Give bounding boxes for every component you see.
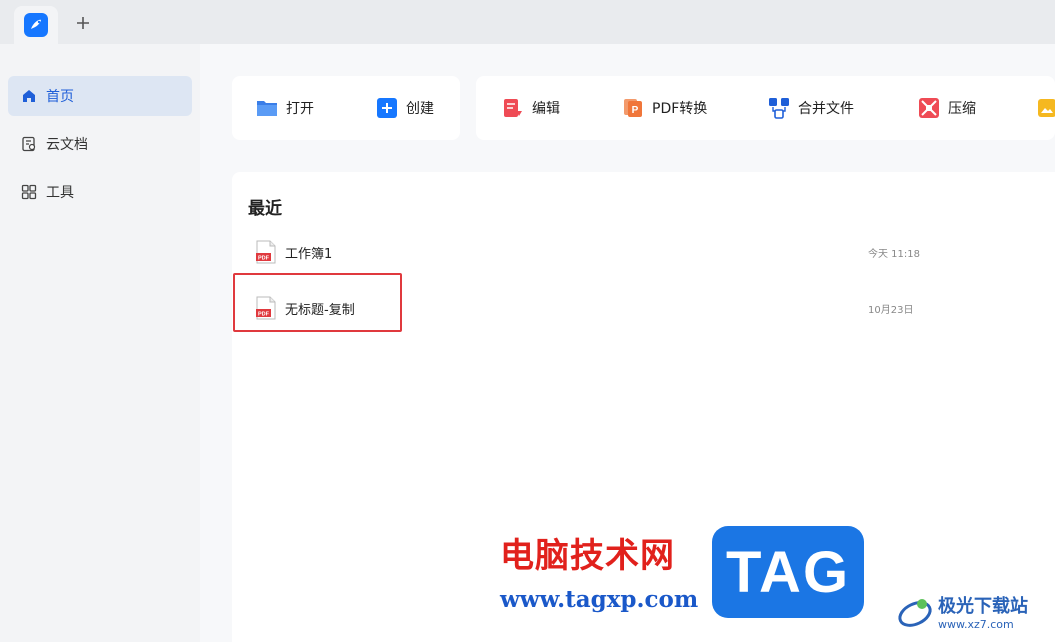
pdf-convert-icon: P (622, 97, 644, 119)
recent-title: 最近 (248, 199, 282, 219)
folder-icon (256, 97, 278, 119)
watermark-site: 极光下载站 www.xz7.com (892, 588, 1052, 636)
create-button[interactable]: 创建 (376, 76, 434, 140)
plus-icon (77, 17, 89, 29)
tools-card: 编辑 P PDF转换 合并文件 压缩 (476, 76, 1055, 140)
file-name: 工作簿1 (285, 246, 333, 262)
svg-text:PDF: PDF (258, 256, 270, 262)
app-tab[interactable] (14, 6, 58, 44)
compress-icon (918, 97, 940, 119)
list-item[interactable]: PDF 工作簿1 今天 11:18 (232, 232, 952, 272)
image-tool-button[interactable] (1036, 76, 1055, 140)
open-button[interactable]: 打开 (256, 76, 314, 140)
file-date: 今天 11:18 (868, 248, 920, 260)
merge-icon (768, 97, 790, 119)
compress-button[interactable]: 压缩 (918, 76, 976, 140)
aurora-logo-icon (898, 599, 932, 627)
quick-actions-card: 打开 创建 (232, 76, 460, 140)
sidebar-item-label: 首页 (46, 89, 74, 105)
tab-bar (0, 0, 1055, 44)
sidebar-item-label: 云文档 (46, 137, 88, 153)
image-icon (1036, 97, 1055, 119)
sidebar-item-tools[interactable]: 工具 (8, 172, 192, 212)
watermark-url: www.tagxp.com (500, 586, 699, 613)
sidebar-item-home[interactable]: 首页 (8, 76, 192, 116)
cloud-doc-icon (20, 135, 38, 153)
highlight-box (233, 273, 402, 332)
sidebar-item-cloud-docs[interactable]: 云文档 (8, 124, 192, 164)
sidebar-item-label: 工具 (46, 185, 74, 201)
svg-text:P: P (632, 105, 639, 116)
edit-button[interactable]: 编辑 (502, 76, 560, 140)
new-tab-button[interactable] (72, 12, 94, 34)
plus-square-icon (376, 97, 398, 119)
sidebar: 首页 云文档 工具 (0, 44, 200, 642)
app-logo-icon (24, 13, 48, 37)
watermark-tag-logo: TAG (712, 526, 864, 618)
home-icon (20, 87, 38, 105)
pdf-file-icon: PDF (256, 240, 276, 264)
merge-files-button[interactable]: 合并文件 (768, 76, 854, 140)
file-date: 10月23日 (868, 304, 914, 316)
pdf-convert-button[interactable]: P PDF转换 (622, 76, 707, 140)
watermark-text: 电脑技术网 (500, 536, 675, 576)
grid-icon (20, 183, 38, 201)
edit-doc-icon (502, 97, 524, 119)
